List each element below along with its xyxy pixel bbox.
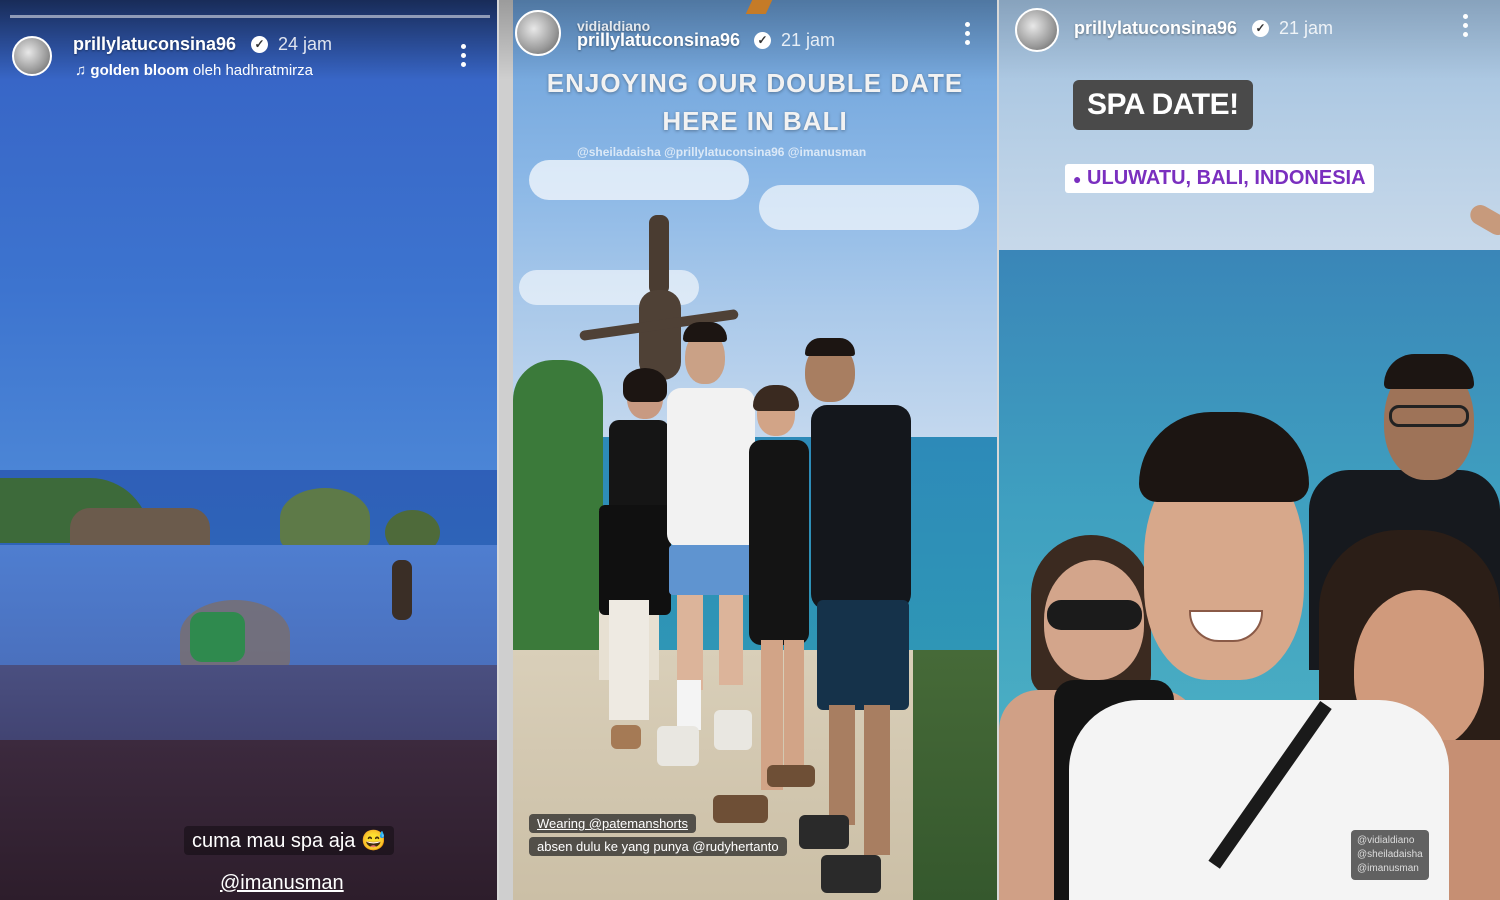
avatar[interactable] — [515, 10, 561, 56]
verified-check-icon: ✓ — [251, 36, 268, 53]
tag-item[interactable]: @imanusman — [1357, 862, 1423, 876]
verified-check-icon: ✓ — [754, 32, 771, 49]
verified-check-icon: ✓ — [1252, 20, 1269, 37]
music-icon: ♫ — [75, 62, 91, 79]
absen-caption[interactable]: absen dulu ke yang punya @rudyhertanto — [529, 837, 787, 856]
cloud — [529, 160, 749, 200]
music-artist: oleh hadhratmirza — [192, 62, 313, 79]
story-header — [999, 0, 1500, 80]
story-panel-2[interactable]: vidialdiano prillylatuconsina96 ✓ 21 jam… — [499, 0, 997, 900]
avatar[interactable] — [1015, 8, 1059, 52]
more-vertical-icon[interactable] — [461, 44, 467, 70]
post-time: 21 jam — [1279, 18, 1334, 38]
story-title-line2: HERE IN BALI — [662, 106, 848, 136]
username[interactable]: prillylatuconsina96 — [1074, 18, 1237, 39]
location-label: ULUWATU, BALI, INDONESIA — [1087, 167, 1366, 189]
cloud — [759, 185, 979, 230]
location-pin-icon: ● — [1073, 171, 1082, 187]
small-statue — [392, 560, 412, 620]
avatar[interactable] — [12, 36, 52, 76]
more-vertical-icon[interactable] — [1463, 14, 1469, 40]
story-panel-3[interactable]: prillylatuconsina96 ✓ 21 jam SPA DATE! ●… — [999, 0, 1500, 900]
username[interactable]: prillylatuconsina96 — [73, 34, 236, 55]
statue-body — [639, 290, 681, 380]
username[interactable]: prillylatuconsina96 — [577, 30, 740, 51]
spa-date-sticker: SPA DATE! — [1073, 80, 1253, 130]
mention-tag[interactable]: @imanusman — [220, 872, 344, 895]
trees — [513, 360, 603, 660]
more-vertical-icon[interactable] — [965, 22, 971, 48]
story-title-line1: ENJOYING OUR DOUBLE DATE — [546, 68, 964, 98]
music-title: golden bloom — [90, 62, 189, 79]
tree — [280, 488, 370, 548]
villa-roof — [70, 508, 210, 546]
post-time: 24 jam — [278, 34, 333, 54]
progress-bar — [10, 15, 490, 18]
music-label[interactable]: ♫ golden bloom oleh hadhratmirza — [75, 62, 313, 79]
story-caption: cuma mau spa aja 😅 — [184, 826, 394, 855]
location-sticker[interactable]: ● ULUWATU, BALI, INDONESIA — [1065, 164, 1374, 193]
cushion — [190, 612, 245, 662]
tag-item[interactable]: @vidialdiano — [1357, 834, 1423, 848]
post-time: 21 jam — [781, 30, 836, 50]
mention-tags-box[interactable]: @vidialdiano @sheiladaisha @imanusman — [1351, 830, 1429, 880]
wearing-caption[interactable]: Wearing @patemanshorts — [529, 814, 696, 833]
mention-list[interactable]: @sheiladaisha @prillylatuconsina96 @iman… — [577, 145, 866, 159]
story-panel-1[interactable]: prillylatuconsina96 ✓ 24 jam ♫ golden bl… — [0, 0, 497, 900]
tag-item[interactable]: @sheiladaisha — [1357, 848, 1423, 862]
statue-top — [649, 215, 669, 295]
